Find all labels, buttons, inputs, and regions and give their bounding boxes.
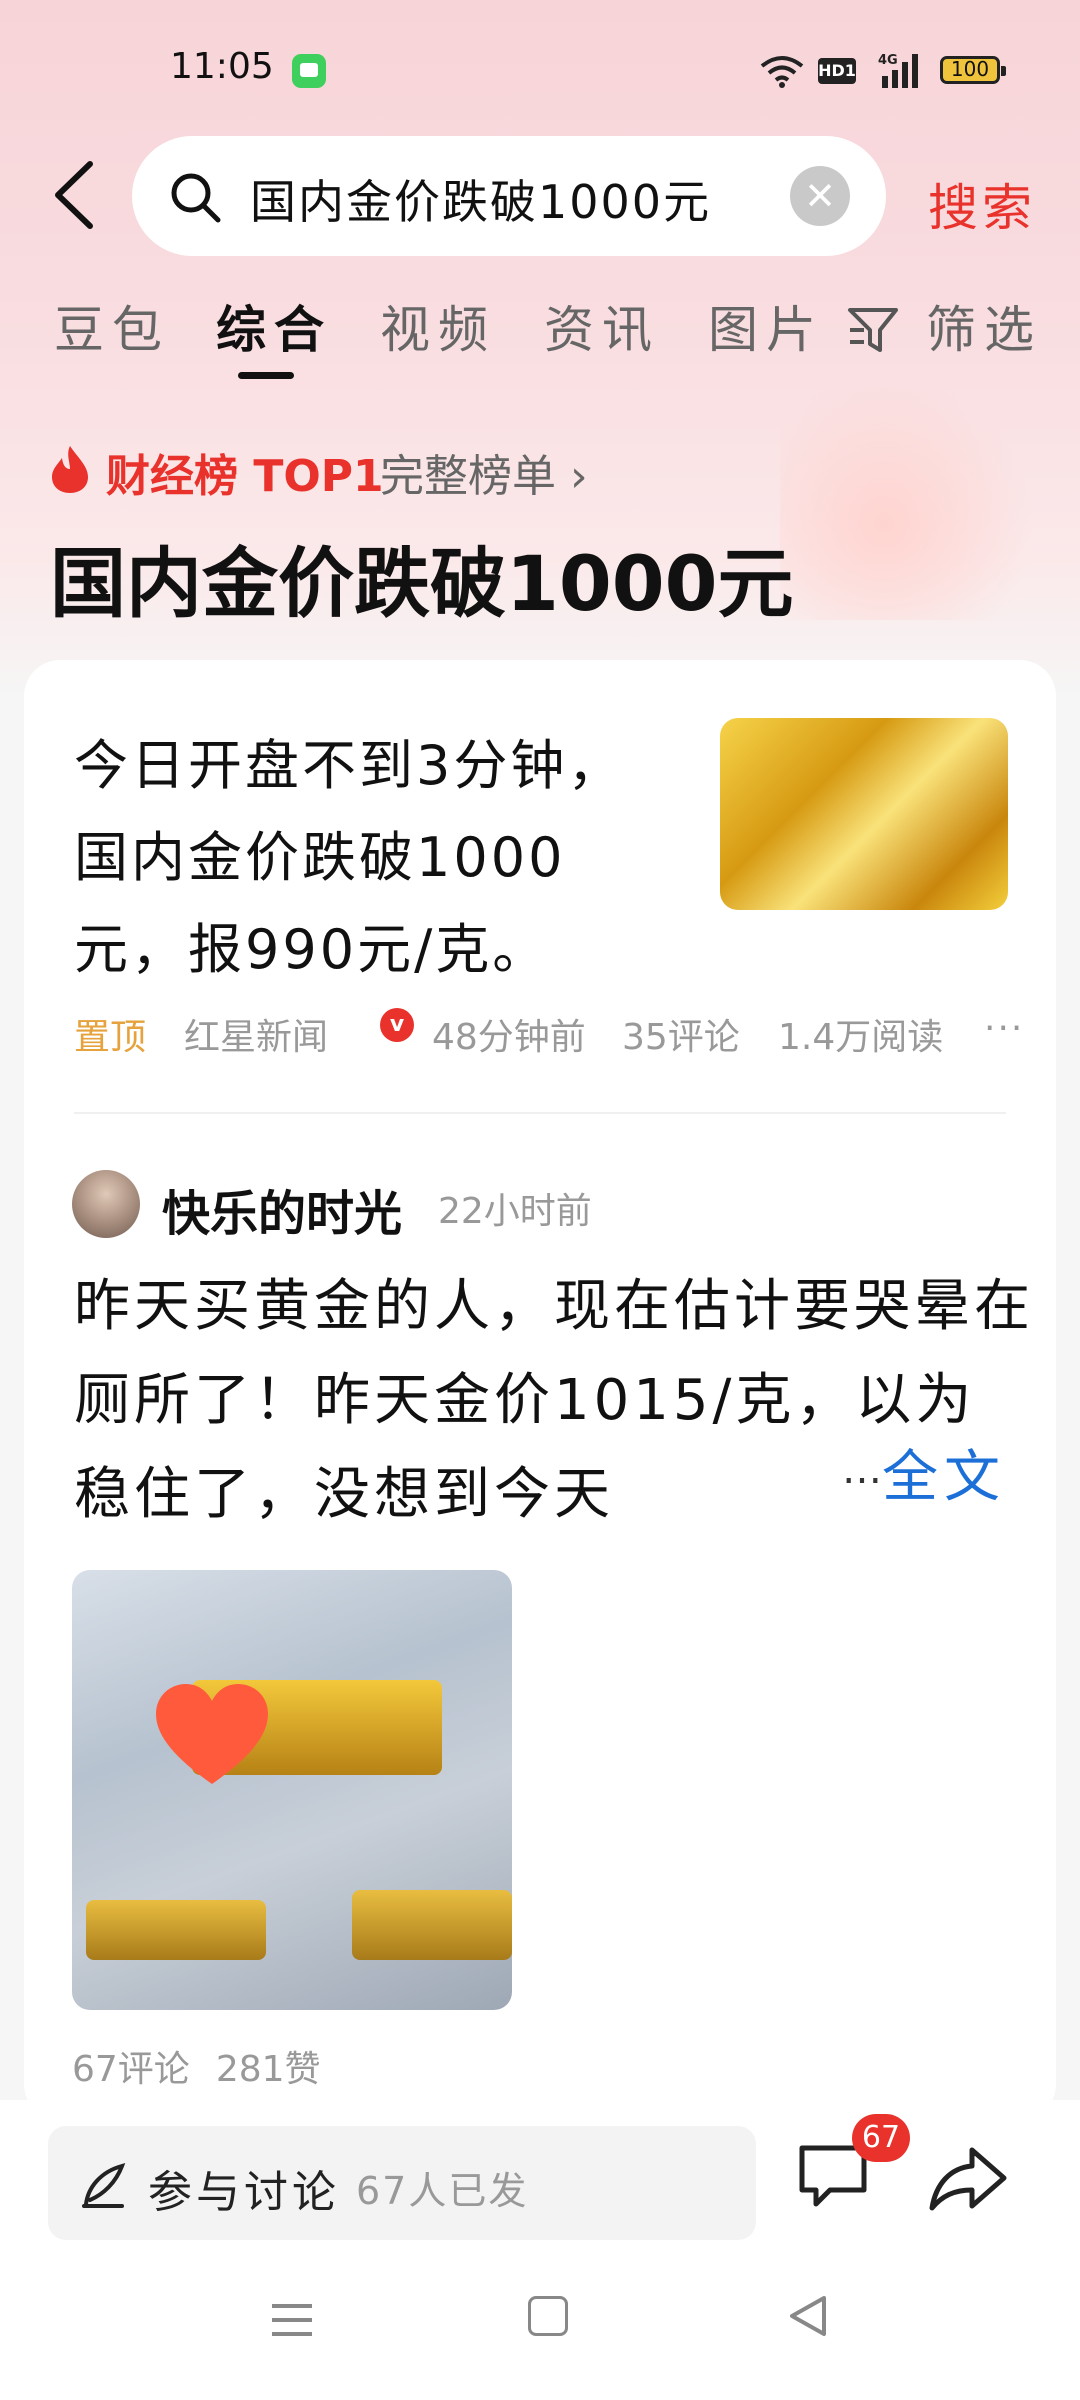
post-likes[interactable]: 281赞 (216, 2049, 321, 2090)
signal-icon: 4G (878, 53, 918, 88)
avatar[interactable] (72, 1170, 140, 1238)
post-comments[interactable]: 67评论 (72, 2049, 190, 2090)
full-ranking-link[interactable]: 完整榜单 › (380, 440, 588, 504)
hd-voice-icon: HD1 (818, 58, 856, 84)
back-arrow-icon[interactable] (50, 160, 100, 230)
search-icon (171, 173, 221, 223)
post-author[interactable]: 快乐的时光 (162, 1174, 402, 1244)
news-headline[interactable]: 今日开盘不到3分钟，国内金价跌破1000元，报990元/克。 (74, 720, 674, 996)
discuss-count: 67人已发 (356, 2169, 529, 2213)
wifi-icon (760, 56, 804, 88)
news-meta: 置顶 红星新闻 v 48分钟前 35评论 1.4万阅读 ··· (74, 1008, 1034, 1058)
tab-bar: 豆包 综合 视频 资讯 图片 筛选 (0, 290, 1080, 380)
more-icon[interactable]: ··· (984, 1008, 1024, 1049)
message-app-icon (292, 54, 326, 88)
tab-overview[interactable]: 综合 (216, 290, 332, 362)
tab-video[interactable]: 视频 (380, 290, 496, 362)
search-button[interactable]: 搜索 (928, 168, 1036, 240)
heart-icon (156, 1684, 268, 1784)
news-reads: 1.4万阅读 (778, 1017, 944, 1058)
ranking-label: 财经榜 TOP1 (106, 451, 384, 502)
active-tab-indicator (238, 372, 294, 379)
flame-icon (52, 446, 88, 493)
discuss-label: 参与讨论 (148, 2167, 340, 2218)
share-icon[interactable] (928, 2144, 1008, 2214)
tab-news[interactable]: 资讯 (544, 290, 660, 362)
clear-icon[interactable]: ✕ (790, 166, 850, 226)
post-stats: 67评论 281赞 (72, 2040, 347, 2092)
news-source[interactable]: 红星新闻 (184, 1008, 328, 1060)
search-input[interactable]: 国内金价跌破1000元 ✕ (132, 136, 886, 256)
pinned-badge: 置顶 (74, 1017, 147, 1058)
news-thumbnail[interactable] (720, 718, 1008, 910)
gold-bar (352, 1890, 512, 1960)
divider (74, 1112, 1006, 1114)
tab-images[interactable]: 图片 (708, 290, 824, 362)
home-icon[interactable] (528, 2296, 568, 2336)
svg-text:4G: 4G (878, 53, 898, 68)
full-text-link[interactable]: 全文 (882, 1432, 1006, 1513)
filter-icon[interactable] (846, 298, 906, 358)
back-triangle-icon[interactable] (786, 2294, 830, 2338)
tab-doubao[interactable]: 豆包 (54, 290, 170, 362)
gold-bar (86, 1900, 266, 1960)
status-bar: 11:05 HD1 4G 100 (0, 0, 1080, 140)
menu-icon[interactable] (270, 2300, 314, 2340)
news-comments: 35评论 (622, 1017, 740, 1058)
search-query[interactable]: 国内金价跌破1000元 (250, 166, 711, 232)
status-time: 11:05 (170, 46, 274, 87)
verified-icon: v (380, 1008, 414, 1042)
comment-count-badge: 67 (852, 2114, 910, 2162)
page-title: 国内金价跌破1000元 (50, 539, 794, 628)
tab-filter[interactable]: 筛选 (926, 290, 1042, 362)
post-time: 22小时前 (438, 1191, 592, 1232)
battery-icon: 100 (940, 56, 1006, 84)
bottom-action-bar: 参与讨论 67人已发 67 (0, 2100, 1080, 2250)
system-nav-bar (0, 2250, 1080, 2400)
pen-icon (82, 2163, 126, 2208)
news-time: 48分钟前 (432, 1017, 586, 1058)
discuss-input[interactable]: 参与讨论 67人已发 (48, 2126, 756, 2240)
post-ellipsis: … (842, 1447, 882, 1493)
flame-decoration (780, 380, 1040, 620)
post-image[interactable] (72, 1570, 512, 2010)
results-card: 今日开盘不到3分钟，国内金价跌破1000元，报990元/克。 置顶 红星新闻 v… (24, 660, 1056, 2120)
